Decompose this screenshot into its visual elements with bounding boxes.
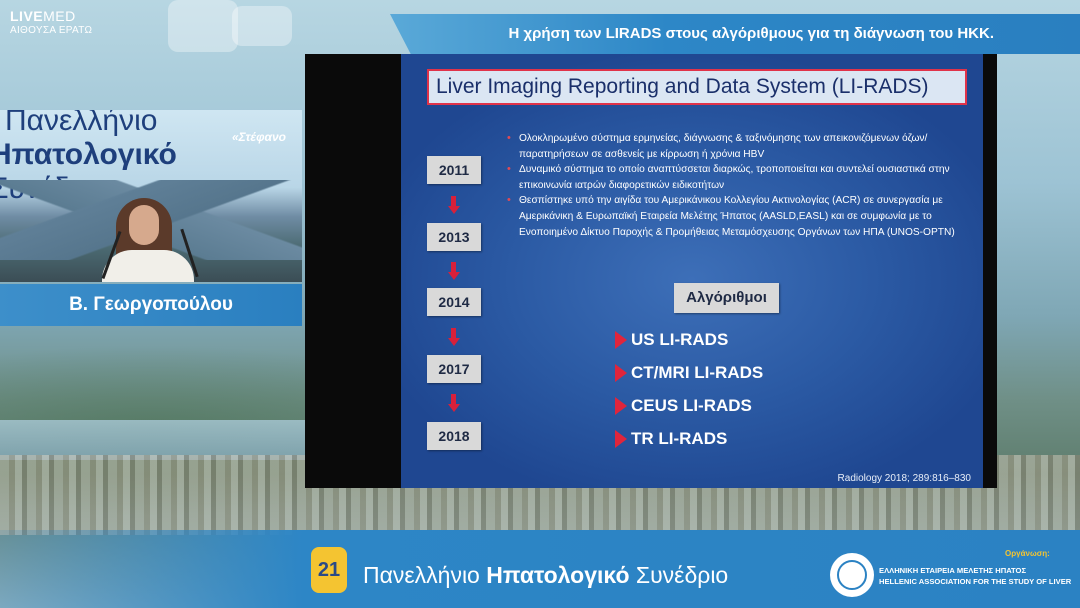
speaker-name: Β. Γεωργοπούλου	[69, 294, 233, 315]
bullet-item: Δυναμικό σύστημα το οποίο αναπτύσσεται δ…	[507, 162, 977, 193]
puzzle-decoration	[168, 0, 238, 52]
slide-bullet-list: Ολοκληρωμένο σύστημα ερμηνείας, διάγνωση…	[507, 131, 977, 240]
association-seal-icon	[830, 553, 874, 597]
bullet-item: Θεσπίστηκε υπό την αιγίδα του Αμερικάνικ…	[507, 193, 977, 240]
year-box: 2011	[427, 156, 481, 184]
chevron-right-icon	[615, 397, 629, 415]
logo-brand: LIVEMED	[10, 8, 76, 24]
speaker-camera-feed: ι Πανελλήνιο Ηπατολογικό Συνέδριο «Στέφα…	[0, 110, 302, 282]
algorithm-item: US LI-RADS	[615, 323, 763, 356]
talk-title: Η χρήση των LIRADS στους αλγόριθμους για…	[508, 25, 994, 42]
year-box: 2018	[427, 422, 481, 450]
slide-title: Liver Imaging Reporting and Data System …	[427, 69, 967, 105]
presentation-slide: Liver Imaging Reporting and Data System …	[401, 54, 983, 488]
livemed-logo: LIVEMED ΑΙΘΟΥΣΑ ΕΡΑΤΩ	[10, 8, 92, 36]
speaker-body	[102, 250, 194, 282]
lake-scenery	[0, 420, 310, 460]
algorithm-item: TR LI-RADS	[615, 422, 763, 455]
chevron-right-icon	[615, 331, 629, 349]
down-arrow-icon	[448, 262, 460, 280]
talk-title-banner: Η χρήση των LIRADS στους αλγόριθμους για…	[390, 14, 1080, 54]
room-name: ΑΙΘΟΥΣΑ ΕΡΑΤΩ	[10, 25, 93, 36]
chevron-right-icon	[615, 430, 629, 448]
organizer-name: ΕΛΛΗΝΙΚΗ ΕΤΑΙΡΕΙΑ ΜΕΛΕΤΗΣ ΗΠΑΤΟΣ HELLENI…	[879, 566, 1072, 586]
organizer-label: Οργάνωση:	[1005, 549, 1050, 558]
conference-number-badge: 21	[311, 547, 347, 593]
puzzle-decoration	[232, 6, 292, 46]
down-arrow-icon	[448, 328, 460, 346]
speaker-face	[129, 205, 159, 245]
stage-banner-quote: «Στέφανο	[232, 130, 287, 144]
algorithm-list: US LI-RADS CT/MRI LI-RADS CEUS LI-RADS T…	[615, 323, 763, 455]
year-box: 2017	[427, 355, 481, 383]
slide-citation: Radiology 2018; 289:816–830	[837, 473, 971, 484]
speaker-nameplate: Β. Γεωργοπούλου	[0, 284, 302, 326]
bullet-item: Ολοκληρωμένο σύστημα ερμηνείας, διάγνωση…	[507, 131, 977, 162]
conference-name: Πανελλήνιο Ηπατολογικό Συνέδριο	[363, 562, 729, 588]
year-box: 2013	[427, 223, 481, 251]
year-box: 2014	[427, 288, 481, 316]
chevron-right-icon	[615, 364, 629, 382]
algorithm-item: CT/MRI LI-RADS	[615, 356, 763, 389]
algorithm-item: CEUS LI-RADS	[615, 389, 763, 422]
down-arrow-icon	[448, 196, 460, 214]
down-arrow-icon	[448, 394, 460, 412]
algorithms-heading: Αλγόριθμοι	[674, 283, 779, 313]
